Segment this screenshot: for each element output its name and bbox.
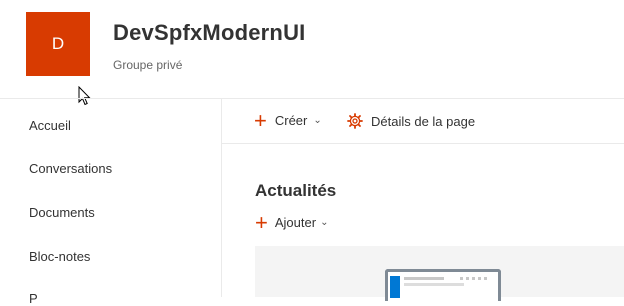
illustration-line [404,277,444,280]
command-bar: + Créer ⌄ Détails de la page [222,99,624,144]
add-news-button[interactable]: + Ajouter ⌄ [255,209,329,235]
nav-item-accueil[interactable]: Accueil [29,118,71,133]
news-placeholder-illustration [385,269,501,301]
main-content: Actualités + Ajouter ⌄ [222,144,624,301]
create-label: Créer [274,113,308,128]
nav-item-documents[interactable]: Documents [29,205,95,220]
left-navigation: Accueil Conversations Documents Bloc-not… [0,99,222,306]
nav-item-partial[interactable]: P [29,291,38,306]
page-details-button[interactable]: Détails de la page [347,113,475,129]
illustration-dots [460,277,490,280]
nav-item-conversations[interactable]: Conversations [29,161,112,176]
add-news-label: Ajouter [274,215,317,230]
site-header: D DevSpfxModernUI Groupe privé [0,0,624,106]
site-logo-letter: D [51,34,65,53]
site-subtitle: Groupe privé [113,58,183,72]
create-button[interactable]: + Créer ⌄ [254,107,322,133]
news-section-title: Actualités [255,181,337,200]
chevron-down-icon: ⌄ [313,115,322,126]
site-logo[interactable]: D [26,12,90,76]
plus-icon: + [255,209,268,235]
chevron-down-icon: ⌄ [320,217,329,228]
news-placeholder-area [255,246,624,301]
page-details-label: Détails de la page [371,113,476,129]
site-title[interactable]: DevSpfxModernUI [113,20,305,46]
illustration-blue-block [390,276,400,298]
plus-icon: + [254,107,267,133]
illustration-line [404,283,464,286]
gear-icon [347,113,363,129]
nav-item-bloc-notes[interactable]: Bloc-notes [29,249,90,264]
